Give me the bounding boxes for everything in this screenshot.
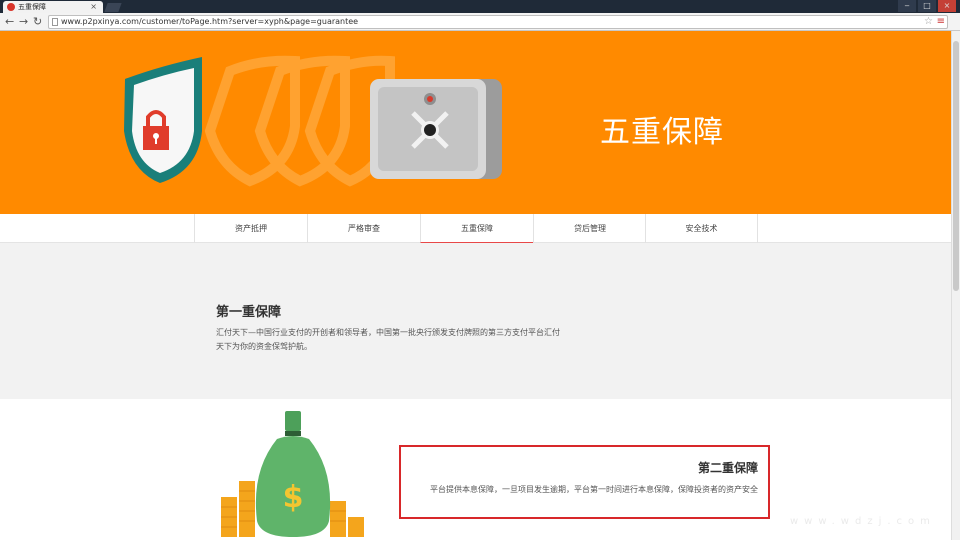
tab-title: 五重保障 xyxy=(18,3,46,11)
browser-toolbar: ← → ↻ www.p2pxinya.com/customer/toPage.h… xyxy=(0,13,960,31)
window-controls: ‒ □ × xyxy=(898,0,956,12)
maximize-button[interactable]: □ xyxy=(918,0,936,12)
subnav-item-post-loan[interactable]: 贷后管理 xyxy=(533,214,646,243)
money-bag-illustration: $ xyxy=(221,411,364,537)
minimize-button[interactable]: ‒ xyxy=(898,0,916,12)
watermark-url: www.wdzj.com xyxy=(790,516,936,527)
browser-tab[interactable]: 五重保障 × xyxy=(3,1,103,13)
dollar-sign: $ xyxy=(283,480,304,515)
subnav-item-asset-mortgage[interactable]: 资产抵押 xyxy=(194,214,307,243)
forward-arrow-icon[interactable]: → xyxy=(19,15,28,29)
close-window-button[interactable]: × xyxy=(938,0,956,12)
second-guarantee-highlight-box: 第二重保障 平台提供本息保障，一旦项目发生逾期，平台第一时间进行本息保障，保障投… xyxy=(399,445,770,519)
sub-navigation: 资产抵押 严格审查 五重保障 贷后管理 安全技术 xyxy=(0,214,951,245)
safe-illustration xyxy=(370,79,502,179)
section1-title: 第一重保障 xyxy=(216,305,282,320)
menu-icon[interactable]: ≡ xyxy=(937,16,945,28)
reload-icon[interactable]: ↻ xyxy=(33,15,42,29)
address-bar[interactable]: www.p2pxinya.com/customer/toPage.htm?ser… xyxy=(48,15,948,29)
subnav-item-strict-review[interactable]: 严格审查 xyxy=(307,214,420,243)
subnav-item-security-tech[interactable]: 安全技术 xyxy=(645,214,758,243)
banner-title: 五重保障 xyxy=(600,115,724,150)
first-guarantee-section: 第一重保障 汇付天下—中国行业支付的开创者和领导者，中国第一批央行颁发支付牌照的… xyxy=(0,243,951,399)
subnav-item-five-guarantees[interactable]: 五重保障 xyxy=(420,214,533,245)
page-content: 五重保障 资产抵押 严格审查 五重保障 贷后管理 安全技术 第一重保障 汇付天下… xyxy=(0,31,951,540)
page-scrollbar[interactable] xyxy=(951,31,960,540)
section1-text: 汇付天下—中国行业支付的开创者和领导者，中国第一批央行颁发支付牌照的第三方支付平… xyxy=(216,328,560,351)
tab-close-icon[interactable]: × xyxy=(90,2,97,11)
site-favicon-icon xyxy=(7,3,15,11)
bookmark-star-icon[interactable]: ☆ xyxy=(924,16,933,28)
new-tab-button[interactable] xyxy=(104,3,122,12)
back-arrow-icon[interactable]: ← xyxy=(5,15,14,29)
page-icon xyxy=(52,18,58,26)
section2-text: 平台提供本息保障，一旦项目发生逾期，平台第一时间进行本息保障，保障投资者的资产安… xyxy=(430,485,758,494)
subnav-active-label: 五重保障 xyxy=(461,224,493,233)
section2-title: 第二重保障 xyxy=(697,461,758,475)
browser-titlebar: 五重保障 × ‒ □ × xyxy=(0,0,960,13)
scroll-thumb[interactable] xyxy=(953,41,959,291)
url-text: www.p2pxinya.com/customer/toPage.htm?ser… xyxy=(61,17,359,26)
banner: 五重保障 xyxy=(0,31,951,214)
